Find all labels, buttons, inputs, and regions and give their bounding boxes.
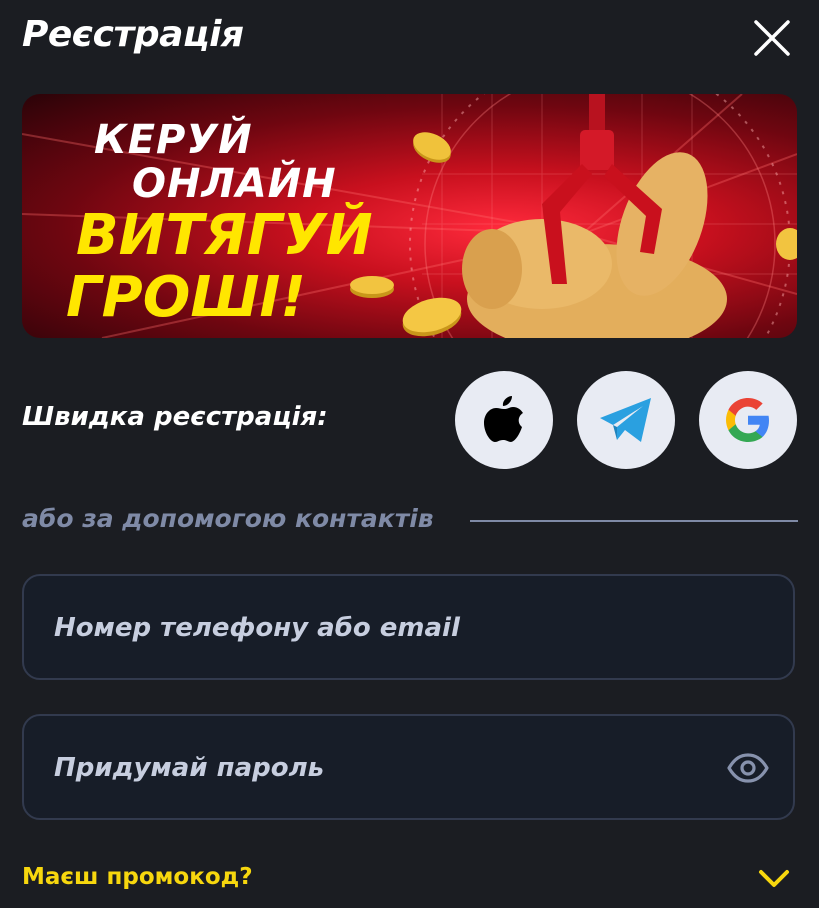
password-input[interactable] — [52, 716, 716, 820]
banner-line-2: ОНЛАЙН — [132, 161, 337, 207]
divider-label: або за допомогою контактів — [22, 504, 434, 533]
page-title: Реєстрація — [22, 14, 244, 55]
telegram-login-button[interactable] — [577, 371, 675, 469]
telegram-icon — [600, 398, 651, 442]
quick-registration-label: Швидка реєстрація: — [22, 402, 328, 432]
password-field-container — [22, 714, 795, 820]
chevron-down-icon — [759, 870, 789, 887]
banner-line-3: ВИТЯГУЙ — [76, 203, 373, 268]
contact-field-container — [22, 574, 795, 680]
promo-banner[interactable]: КЕРУЙ ОНЛАЙН ВИТЯГУЙ ГРОШІ! — [22, 94, 797, 338]
apple-icon — [484, 396, 523, 442]
eye-icon — [727, 753, 769, 783]
close-button[interactable] — [752, 18, 792, 58]
banner-line-4: ГРОШІ! — [66, 265, 306, 330]
contact-input[interactable] — [52, 576, 716, 680]
promo-code-toggle[interactable]: Маєш промокод? — [22, 864, 253, 890]
apple-login-button[interactable] — [455, 371, 553, 469]
google-login-button[interactable] — [699, 371, 797, 469]
close-icon — [754, 20, 790, 56]
toggle-password-visibility-button[interactable] — [726, 750, 770, 786]
banner-line-1: КЕРУЙ — [94, 117, 253, 163]
promo-expand-button[interactable] — [756, 866, 792, 890]
google-icon — [726, 398, 769, 442]
divider-line — [470, 520, 798, 522]
banner-headline: КЕРУЙ ОНЛАЙН ВИТЯГУЙ ГРОШІ! — [66, 120, 373, 326]
